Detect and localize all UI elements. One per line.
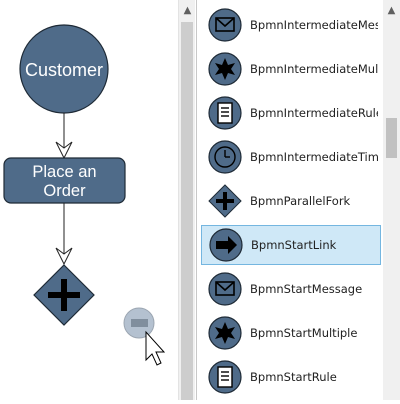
palette-scroll-up-icon[interactable]: ▲ (383, 0, 400, 20)
order-label-line2: Order (43, 182, 86, 200)
palette-item-label: BpmnStartMultiple (250, 326, 358, 340)
document-icon (208, 96, 242, 130)
connector-order-to-fork[interactable] (55, 203, 73, 266)
palette-item-label: BpmnIntermediateMultiple (250, 62, 378, 76)
diagram-canvas[interactable]: Customer Place an Order (0, 0, 178, 400)
palette-item-label: BpmnStartRule (250, 370, 337, 384)
customer-node[interactable]: Customer (19, 24, 109, 114)
palette-item-bpmnintermediatemessage[interactable]: BpmnIntermediateMessage (201, 5, 381, 45)
drag-ghost-icon (123, 307, 155, 339)
palette-scrollbar-thumb[interactable] (386, 118, 397, 158)
palette-item-bpmnstartrule[interactable]: BpmnStartRule (201, 357, 381, 397)
palette-item-label: BpmnStartMessage (250, 282, 363, 296)
palette-item-bpmnintermediatemultiple[interactable]: BpmnIntermediateMultiple (201, 49, 381, 89)
symbol-palette[interactable]: BpmnIntermediateMessage BpmnIntermediateM… (196, 0, 400, 400)
diagram-svg: Customer Place an Order (3, 24, 166, 366)
place-order-node[interactable]: Place an Order (3, 157, 126, 204)
palette-item-bpmnstartmessage[interactable]: BpmnStartMessage (201, 269, 381, 309)
canvas-vertical-scrollbar[interactable]: ▲ (178, 0, 195, 400)
plus-diamond-icon (208, 184, 242, 218)
scroll-up-arrow-icon[interactable]: ▲ (179, 0, 196, 20)
clock-icon (208, 140, 242, 174)
envelope-icon (208, 8, 242, 42)
customer-label: Customer (25, 60, 103, 80)
star-icon (208, 52, 242, 86)
palette-vertical-scrollbar[interactable]: ▲ (383, 0, 400, 400)
palette-item-bpmnparallelfork[interactable]: BpmnParallelFork (201, 181, 381, 221)
parallel-fork-node[interactable] (33, 264, 95, 326)
palette-item-label: BpmnIntermediateMessage (250, 18, 378, 32)
palette-item-label: BpmnStartLink (251, 238, 337, 252)
palette-item-label: BpmnParallelFork (250, 194, 351, 208)
mouse-cursor-icon (145, 330, 166, 366)
palette-item-label: BpmnIntermediateTimer (250, 150, 378, 164)
scrollbar-track[interactable] (181, 22, 193, 400)
order-label-line1: Place an (32, 163, 96, 181)
arrow-right-icon (209, 228, 243, 262)
palette-item-bpmnintermediaterule[interactable]: BpmnIntermediateRule (201, 93, 381, 133)
palette-item-label: BpmnIntermediateRule (250, 106, 378, 120)
palette-item-bpmnstartlink[interactable]: BpmnStartLink (201, 225, 381, 265)
star-icon (208, 316, 242, 350)
connector-customer-to-order[interactable] (55, 113, 73, 160)
envelope-icon (208, 272, 242, 306)
palette-item-bpmnintermediatetimer[interactable]: BpmnIntermediateTimer (201, 137, 381, 177)
document-icon (208, 360, 242, 394)
palette-item-bpmnstartmultiple[interactable]: BpmnStartMultiple (201, 313, 381, 353)
